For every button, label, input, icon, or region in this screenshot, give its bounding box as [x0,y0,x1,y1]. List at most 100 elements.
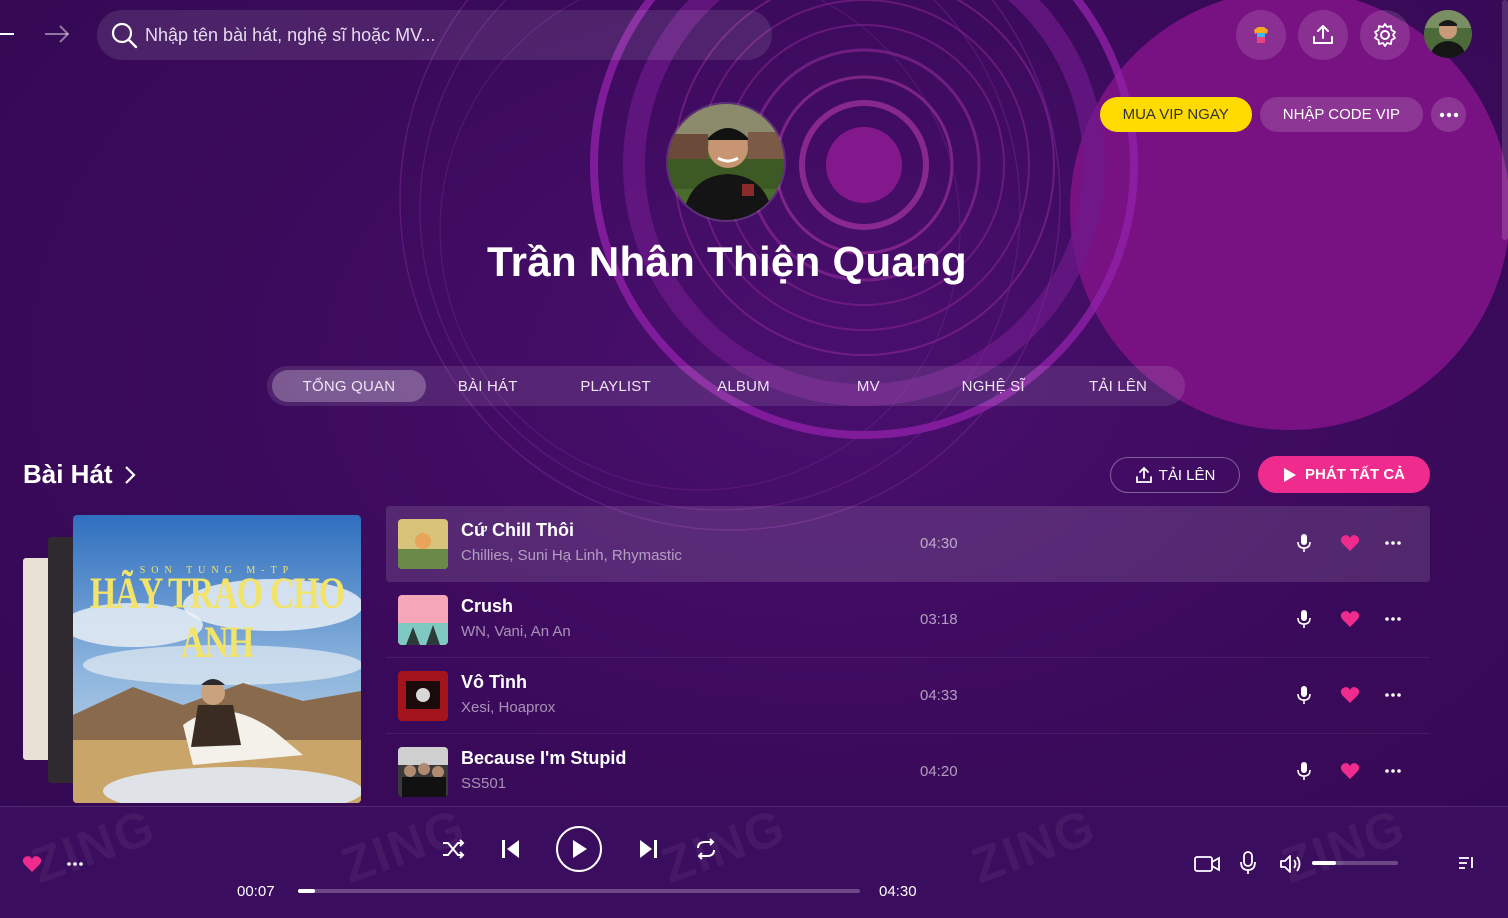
song-artist[interactable]: Xesi, Hoaprox [461,699,555,716]
section-title: Bài Hát [23,459,113,489]
progress-fill [298,889,315,893]
volume-fill [1312,861,1337,865]
cover-title-text: HÃY TRAO CHO ANH [89,569,345,668]
song-row[interactable]: Cứ Chill Thôi Chillies, Suni Hạ Linh, Rh… [386,506,1430,582]
player-watermark: ZING [964,806,1104,895]
more-icon[interactable] [1384,534,1402,552]
total-time: 04:30 [879,883,917,900]
tab-songs[interactable]: BÀI HÁT [426,370,550,402]
playlist-queue-icon[interactable] [1458,856,1474,870]
upload-icon [1135,466,1152,483]
song-thumbnail-image [398,594,448,645]
heart-icon[interactable] [1340,610,1360,628]
search-icon [111,22,138,49]
song-row[interactable]: Crush WN, Vani, An An 03:18 [386,582,1430,658]
shirt-icon [1254,27,1268,43]
top-bar [0,0,1508,70]
more-icon[interactable] [1384,762,1402,780]
song-thumbnail[interactable] [398,746,448,797]
tab-playlist[interactable]: PLAYLIST [550,370,682,402]
song-thumbnail[interactable] [398,594,448,645]
song-artist[interactable]: WN, Vani, An An [461,623,571,640]
user-avatar[interactable] [1424,10,1472,58]
buy-vip-button[interactable]: MUA VIP NGAY [1099,97,1252,132]
theme-button[interactable] [1236,10,1286,60]
search-bar[interactable] [97,10,772,60]
song-duration: 03:18 [920,611,958,628]
song-duration: 04:20 [920,763,958,780]
heart-icon[interactable] [22,855,42,873]
settings-button[interactable] [1360,10,1410,60]
karaoke-mic-icon[interactable] [1239,851,1257,875]
profile-name: Trần Nhân Thiện Quang [487,238,967,285]
song-artist[interactable]: Chillies, Suni Hạ Linh, Rhymastic [461,547,682,564]
previous-track-icon[interactable] [500,837,522,861]
profile-avatar [666,102,786,222]
forward-arrow-icon[interactable] [40,22,74,46]
progress-bar[interactable] [298,889,860,893]
song-thumbnail-image [398,746,448,797]
song-duration: 04:33 [920,687,958,704]
heart-icon[interactable] [1340,762,1360,780]
vip-more-button[interactable] [1431,97,1466,132]
next-track-icon[interactable] [637,837,659,861]
top-right-actions [1236,10,1472,60]
play-all-button[interactable]: PHÁT TẤT CẢ [1258,456,1430,493]
song-thumbnail-image [398,519,448,569]
song-thumbnail-image [398,670,448,721]
player-watermark: ZING [1274,806,1414,895]
profile-tabs: TỔNG QUAN BÀI HÁT PLAYLIST ALBUM MV NGHỆ… [267,366,1185,406]
search-input[interactable] [145,24,745,46]
song-list: Cứ Chill Thôi Chillies, Suni Hạ Linh, Rh… [386,506,1430,810]
karaoke-mic-icon[interactable] [1296,761,1312,781]
song-title[interactable]: Because I'm Stupid [461,748,626,769]
video-icon[interactable] [1194,854,1220,874]
play-icon [1284,467,1296,482]
back-arrow-icon[interactable] [0,24,16,44]
song-row[interactable]: Vô Tình Xesi, Hoaprox 04:33 [386,658,1430,734]
volume-slider[interactable] [1312,861,1398,865]
profile-photo [668,104,784,220]
song-title[interactable]: Vô Tình [461,672,527,693]
current-time: 00:07 [237,883,275,900]
karaoke-mic-icon[interactable] [1296,609,1312,629]
play-pause-button[interactable] [556,826,602,872]
heart-icon[interactable] [1340,686,1360,704]
tab-uploads[interactable]: TẢI LÊN [1055,370,1181,402]
play-all-label: PHÁT TẤT CẢ [1305,466,1405,483]
tab-mv[interactable]: MV [805,370,931,402]
upload-button[interactable] [1298,10,1348,60]
karaoke-mic-icon[interactable] [1296,533,1312,553]
more-icon[interactable] [1384,610,1402,628]
song-row[interactable]: Because I'm Stupid SS501 04:20 [386,734,1430,810]
tab-overview[interactable]: TỔNG QUAN [272,370,426,402]
gear-icon [1374,23,1396,47]
upload-label: TẢI LÊN [1158,466,1216,484]
tab-artists[interactable]: NGHỆ SĨ [931,370,1055,402]
song-title[interactable]: Cứ Chill Thôi [461,520,574,541]
song-title[interactable]: Crush [461,596,513,617]
more-icon[interactable] [66,855,84,873]
vip-actions: MUA VIP NGAY NHẬP CODE VIP [1099,97,1466,132]
songs-section-header[interactable]: Bài Hát [23,459,137,490]
volume-icon[interactable] [1279,854,1303,874]
shuffle-icon[interactable] [441,837,465,861]
upload-icon [1313,25,1333,44]
avatar-image [1424,10,1472,58]
chevron-right-icon [124,465,136,484]
play-icon [573,840,587,858]
more-icon[interactable] [1384,686,1402,704]
upload-songs-button[interactable]: TẢI LÊN [1110,457,1240,493]
song-duration: 04:30 [920,535,958,552]
song-artist[interactable]: SS501 [461,775,506,792]
player-bar: ZING ZING ZING ZING ZING 00:07 04:30 [0,806,1508,918]
tab-album[interactable]: ALBUM [682,370,806,402]
karaoke-mic-icon[interactable] [1296,685,1312,705]
player-watermark: ZING [24,806,164,895]
repeat-icon[interactable] [694,837,718,861]
enter-vip-code-button[interactable]: NHẬP CODE VIP [1259,97,1423,132]
song-thumbnail[interactable] [398,519,448,569]
song-thumbnail[interactable] [398,670,448,721]
heart-icon[interactable] [1340,534,1360,552]
player-watermark: ZING [654,806,794,895]
